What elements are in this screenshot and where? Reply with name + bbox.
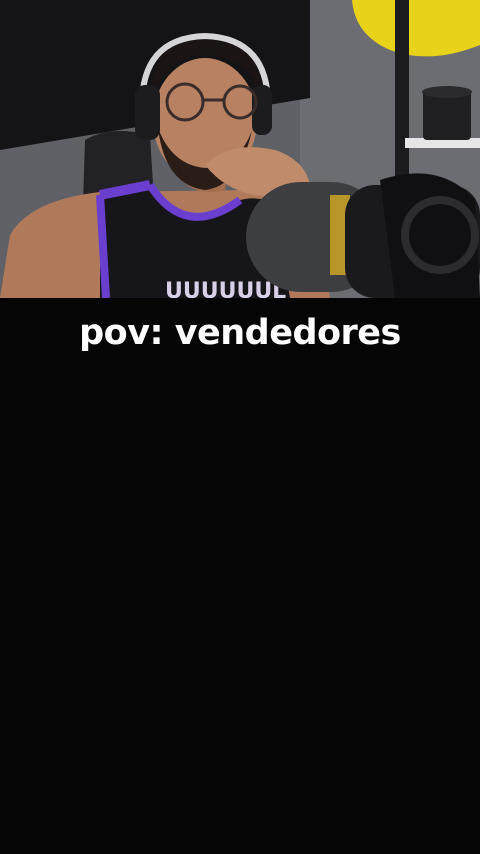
- video-scene-image: UUUUUUL: [0, 0, 480, 298]
- black-background: [0, 298, 480, 854]
- video-screen[interactable]: UUUUUUL pov: vendedores: [0, 0, 480, 854]
- video-frame[interactable]: UUUUUUL: [0, 0, 480, 298]
- jersey-lettering: UUUUUUL: [165, 279, 286, 298]
- video-caption: pov: vendedores: [79, 313, 401, 353]
- headphones-left-cup: [135, 85, 160, 140]
